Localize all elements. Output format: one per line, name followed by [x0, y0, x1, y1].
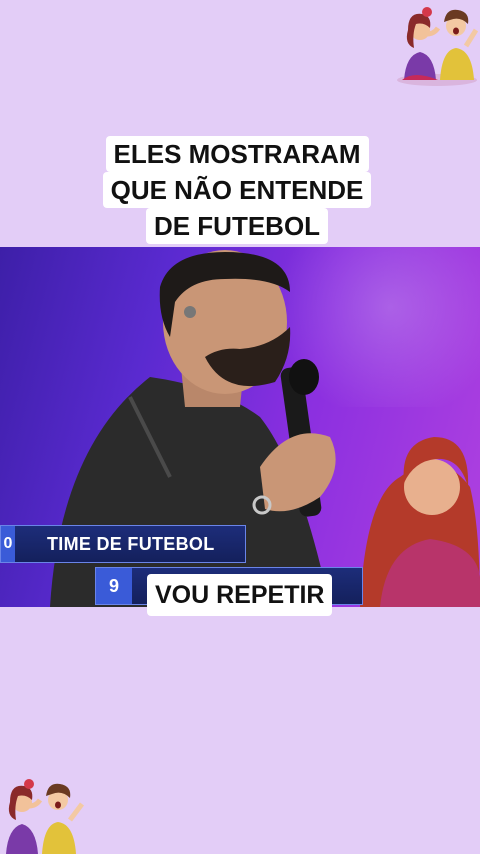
- gossip-sticker-bottom-icon: [0, 768, 86, 854]
- scoreboard-row-1: 0 TIME DE FUTEBOL: [0, 525, 246, 563]
- top-caption: ELES MOSTRARAM QUE NÃO ENTENDE DE FUTEBO…: [95, 136, 379, 244]
- gossip-sticker-top-icon: [394, 0, 480, 86]
- caption-line-1: ELES MOSTRARAM: [105, 136, 369, 172]
- scoreboard-row-1-number: 0: [1, 526, 15, 562]
- bottom-caption: VOU REPETIR: [147, 574, 333, 616]
- scoreboard-row-1-text: TIME DE FUTEBOL: [47, 533, 215, 554]
- scoreboard-row-2-number: 9: [96, 568, 132, 604]
- caption-line-2: QUE NÃO ENTENDE: [102, 172, 372, 208]
- caption-line-3: DE FUTEBOL: [145, 208, 329, 244]
